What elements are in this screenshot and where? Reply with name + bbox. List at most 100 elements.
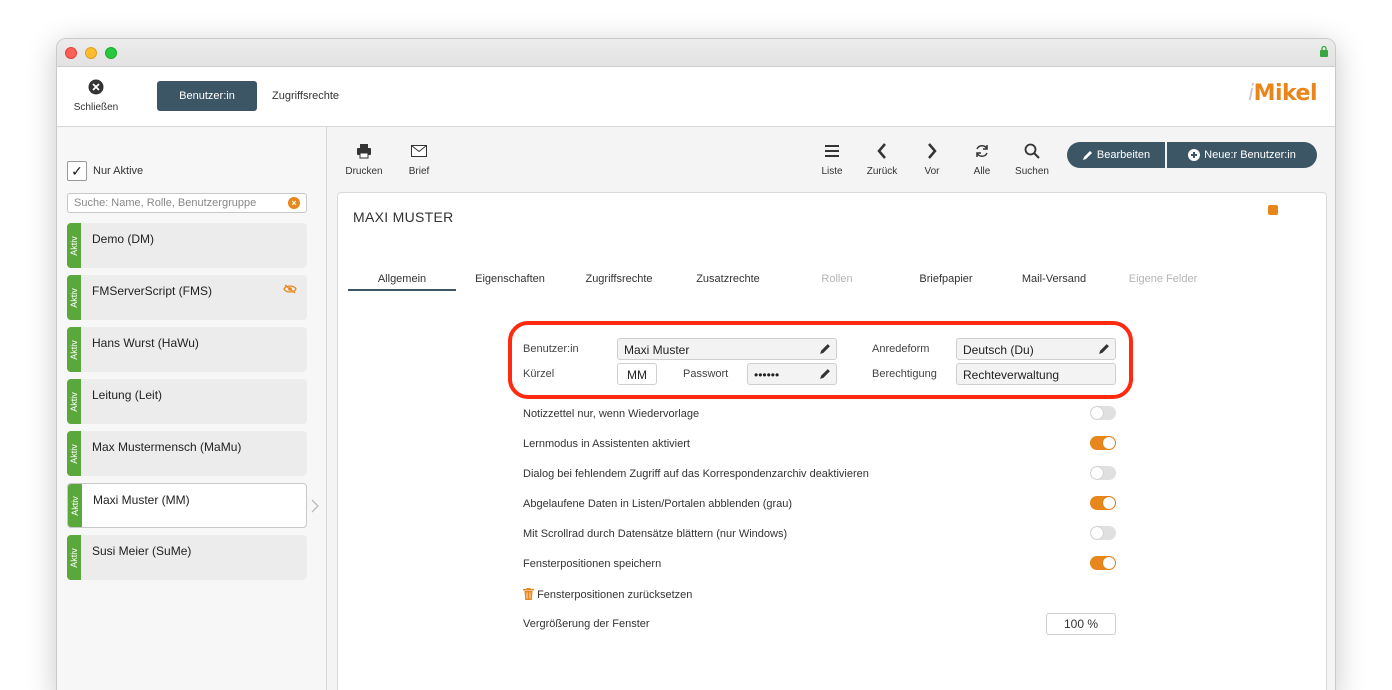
setting-row: Notizzettel nur, wenn Wiedervorlage bbox=[523, 406, 1123, 420]
back-button[interactable]: Zurück bbox=[857, 141, 907, 177]
main-panel: Drucken Brief Liste Zurück Vor Alle Such… bbox=[327, 127, 1335, 690]
list-item-label: Susi Meier (SuMe) bbox=[92, 544, 192, 558]
list-icon bbox=[825, 145, 839, 157]
setting-toggle[interactable] bbox=[1090, 436, 1116, 450]
edit-label: Bearbeiten bbox=[1096, 149, 1151, 161]
list-item-label: Maxi Muster (MM) bbox=[93, 493, 190, 507]
forward-button[interactable]: Vor bbox=[907, 141, 957, 177]
tab-access-rights[interactable]: Zugriffsrechte bbox=[272, 81, 339, 111]
printer-icon bbox=[357, 144, 371, 159]
zoom-row: Vergrößerung der Fenster 100 % bbox=[523, 613, 1123, 635]
back-label: Zurück bbox=[866, 166, 898, 177]
active-filter-checkbox[interactable]: ✓ bbox=[67, 161, 87, 181]
list-item[interactable]: Aktiv Leitung (Leit) bbox=[67, 379, 307, 424]
setting-toggle[interactable] bbox=[1090, 406, 1116, 420]
password-field[interactable]: •••••• bbox=[747, 363, 837, 385]
refresh-icon bbox=[976, 145, 988, 157]
pencil-icon[interactable] bbox=[1098, 343, 1110, 355]
logo-text: Mikel bbox=[1253, 81, 1318, 106]
list-item[interactable]: Aktiv Max Mustermensch (MaMu) bbox=[67, 431, 307, 476]
minimize-window-button[interactable] bbox=[85, 47, 97, 59]
permission-label: Berechtigung bbox=[872, 368, 937, 380]
password-value: •••••• bbox=[754, 368, 780, 382]
letter-button[interactable]: Brief bbox=[394, 141, 444, 177]
pencil-icon[interactable] bbox=[819, 368, 831, 380]
setting-label: Lernmodus in Assistenten aktiviert bbox=[523, 438, 690, 450]
status-badge: Aktiv bbox=[67, 275, 81, 320]
new-user-button[interactable]: Neue:r Benutzer:in bbox=[1167, 142, 1317, 168]
tab-mail[interactable]: Mail-Versand bbox=[1000, 273, 1108, 289]
setting-row: Dialog bei fehlendem Zugriff auf das Kor… bbox=[523, 466, 1123, 480]
top-bar: Schließen Benutzer:in Zugriffsrechte iMi… bbox=[57, 67, 1335, 127]
reset-window-positions-button[interactable]: Fensterpositionen zurücksetzen bbox=[523, 588, 1123, 601]
record-tabs: Allgemein Eigenschaften Zugriffsrechte Z… bbox=[348, 273, 1218, 291]
all-button[interactable]: Alle bbox=[957, 141, 1007, 177]
status-badge: Aktiv bbox=[68, 484, 82, 527]
permission-value: Rechteverwaltung bbox=[963, 368, 1060, 382]
list-item-label: Demo (DM) bbox=[92, 232, 154, 246]
setting-toggle[interactable] bbox=[1090, 496, 1116, 510]
highlight-annotation bbox=[508, 321, 1133, 399]
search-icon bbox=[1024, 143, 1040, 159]
user-label: Benutzer:in bbox=[523, 343, 579, 355]
list-item[interactable]: Aktiv Hans Wurst (HaWu) bbox=[67, 327, 307, 372]
imikel-logo: iMikel bbox=[1248, 81, 1318, 115]
all-label: Alle bbox=[973, 166, 991, 177]
short-label: Kürzel bbox=[523, 368, 555, 380]
reset-label: Fensterpositionen zurücksetzen bbox=[537, 589, 693, 601]
tab-roles: Rollen bbox=[821, 273, 853, 285]
search-input[interactable]: Suche: Name, Rolle, Benutzergruppe × bbox=[67, 193, 307, 213]
setting-label: Dialog bei fehlendem Zugriff auf das Kor… bbox=[523, 468, 869, 480]
setting-toggle[interactable] bbox=[1090, 526, 1116, 540]
forward-label: Vor bbox=[924, 166, 940, 177]
zoom-field[interactable]: 100 % bbox=[1046, 613, 1116, 635]
tab-users[interactable]: Benutzer:in bbox=[157, 81, 257, 111]
setting-toggle[interactable] bbox=[1090, 556, 1116, 570]
setting-row: Abgelaufene Daten in Listen/Portalen abb… bbox=[523, 496, 1123, 510]
list-item[interactable]: Aktiv Susi Meier (SuMe) bbox=[67, 535, 307, 580]
search-placeholder: Suche: Name, Rolle, Benutzergruppe bbox=[74, 197, 257, 209]
tab-access-rights[interactable]: Zugriffsrechte bbox=[565, 273, 673, 289]
edit-button[interactable]: Bearbeiten bbox=[1067, 142, 1165, 168]
print-button[interactable]: Drucken bbox=[339, 141, 389, 177]
plus-circle-icon bbox=[1188, 149, 1201, 161]
list-button[interactable]: Liste bbox=[807, 141, 857, 177]
new-user-label: Neue:r Benutzer:in bbox=[1204, 149, 1296, 161]
list-item-selected[interactable]: Aktiv Maxi Muster (MM) bbox=[67, 483, 307, 528]
salutation-field[interactable]: Deutsch (Du) bbox=[956, 338, 1116, 360]
user-field[interactable]: Maxi Muster bbox=[617, 338, 837, 360]
tab-properties[interactable]: Eigenschaften bbox=[456, 273, 564, 289]
status-badge: Aktiv bbox=[67, 535, 81, 580]
setting-row: Mit Scrollrad durch Datensätze blättern … bbox=[523, 526, 1123, 540]
active-filter[interactable]: ✓ Nur Aktive bbox=[67, 161, 143, 181]
list-item-label: FMServerScript (FMS) bbox=[92, 284, 212, 298]
list-item[interactable]: Aktiv Demo (DM) bbox=[67, 223, 307, 268]
setting-label: Notizzettel nur, wenn Wiedervorlage bbox=[523, 408, 700, 420]
permission-field[interactable]: Rechteverwaltung bbox=[956, 363, 1116, 385]
sidebar: ✓ Nur Aktive Suche: Name, Rolle, Benutze… bbox=[57, 127, 327, 690]
search-button[interactable]: Suchen bbox=[1007, 141, 1057, 177]
short-field[interactable]: MM bbox=[617, 363, 657, 385]
setting-label: Fensterpositionen speichern bbox=[523, 558, 662, 570]
status-badge: Aktiv bbox=[67, 223, 81, 268]
pencil-icon[interactable] bbox=[819, 343, 831, 355]
setting-label: Mit Scrollrad durch Datensätze blättern … bbox=[523, 528, 788, 540]
tab-general[interactable]: Allgemein bbox=[348, 273, 456, 291]
print-label: Drucken bbox=[345, 166, 383, 177]
close-circle-icon bbox=[88, 79, 104, 95]
chevron-left-icon bbox=[877, 143, 886, 159]
tab-additional-rights[interactable]: Zusatzrechte bbox=[674, 273, 782, 289]
close-window-button[interactable] bbox=[65, 47, 77, 59]
list-item[interactable]: Aktiv FMServerScript (FMS) bbox=[67, 275, 307, 320]
list-label: Liste bbox=[821, 166, 843, 177]
setting-toggle[interactable] bbox=[1090, 466, 1116, 480]
tab-letterhead[interactable]: Briefpapier bbox=[892, 273, 1000, 289]
sticky-note-icon[interactable] bbox=[1268, 205, 1278, 215]
eye-slash-icon bbox=[283, 284, 297, 294]
app-window: Schließen Benutzer:in Zugriffsrechte iMi… bbox=[56, 38, 1336, 690]
clear-search-icon[interactable]: × bbox=[288, 197, 300, 209]
zoom-window-button[interactable] bbox=[105, 47, 117, 59]
close-button[interactable]: Schließen bbox=[71, 79, 121, 113]
trash-icon bbox=[523, 588, 534, 600]
salutation-value: Deutsch (Du) bbox=[963, 343, 1034, 357]
